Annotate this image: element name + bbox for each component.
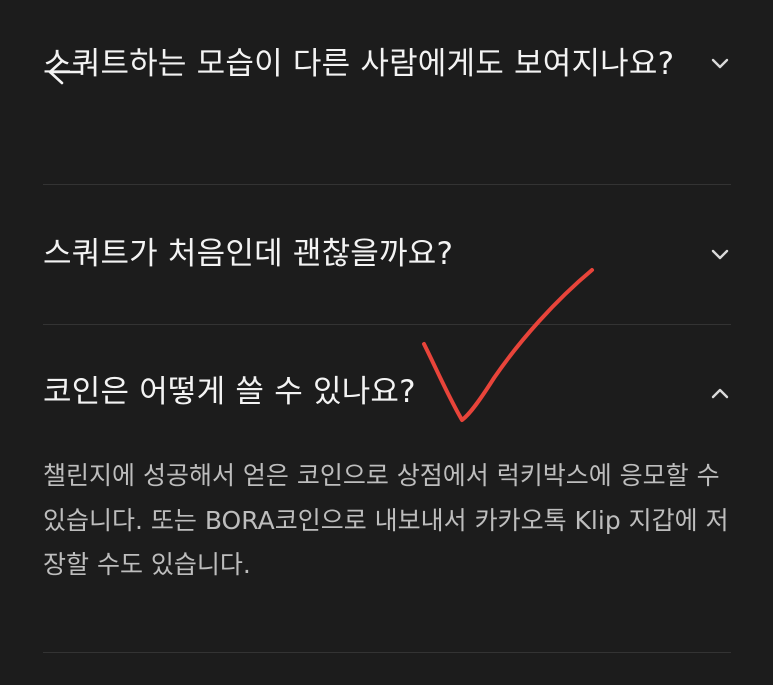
faq-list: 스쿼트하는 모습이 다른 사람에게도 보여지나요? 스쿼트가 처음인데 괜찮을까… (0, 0, 773, 685)
divider (43, 652, 731, 653)
divider (43, 324, 731, 325)
faq-answer-3: 챌린지에 성공해서 얻은 코인으로 상점에서 럭키박스에 응모할 수 있습니다.… (43, 461, 729, 579)
back-arrow-icon[interactable] (44, 50, 84, 90)
faq-item-2[interactable]: 스쿼트가 처음인데 괜찮을까요? (43, 230, 731, 280)
faq-question-1[interactable]: 스쿼트하는 모습이 다른 사람에게도 보여지나요? (43, 40, 683, 88)
faq-question-3[interactable]: 코인은 어떻게 쓸 수 있나요? (43, 368, 683, 416)
chevron-down-icon[interactable] (709, 243, 731, 265)
faq-question-2[interactable]: 스쿼트가 처음인데 괜찮을까요? (43, 230, 683, 278)
faq-item-1[interactable]: 스쿼트하는 모습이 다른 사람에게도 보여지나요? (43, 38, 731, 138)
chevron-down-icon[interactable] (709, 52, 731, 74)
faq-item-3[interactable]: 코인은 어떻게 쓸 수 있나요? 챌린지에 성공해서 얻은 코인으로 상점에서 … (43, 368, 731, 618)
chevron-up-icon[interactable] (709, 382, 731, 404)
divider (43, 184, 731, 185)
